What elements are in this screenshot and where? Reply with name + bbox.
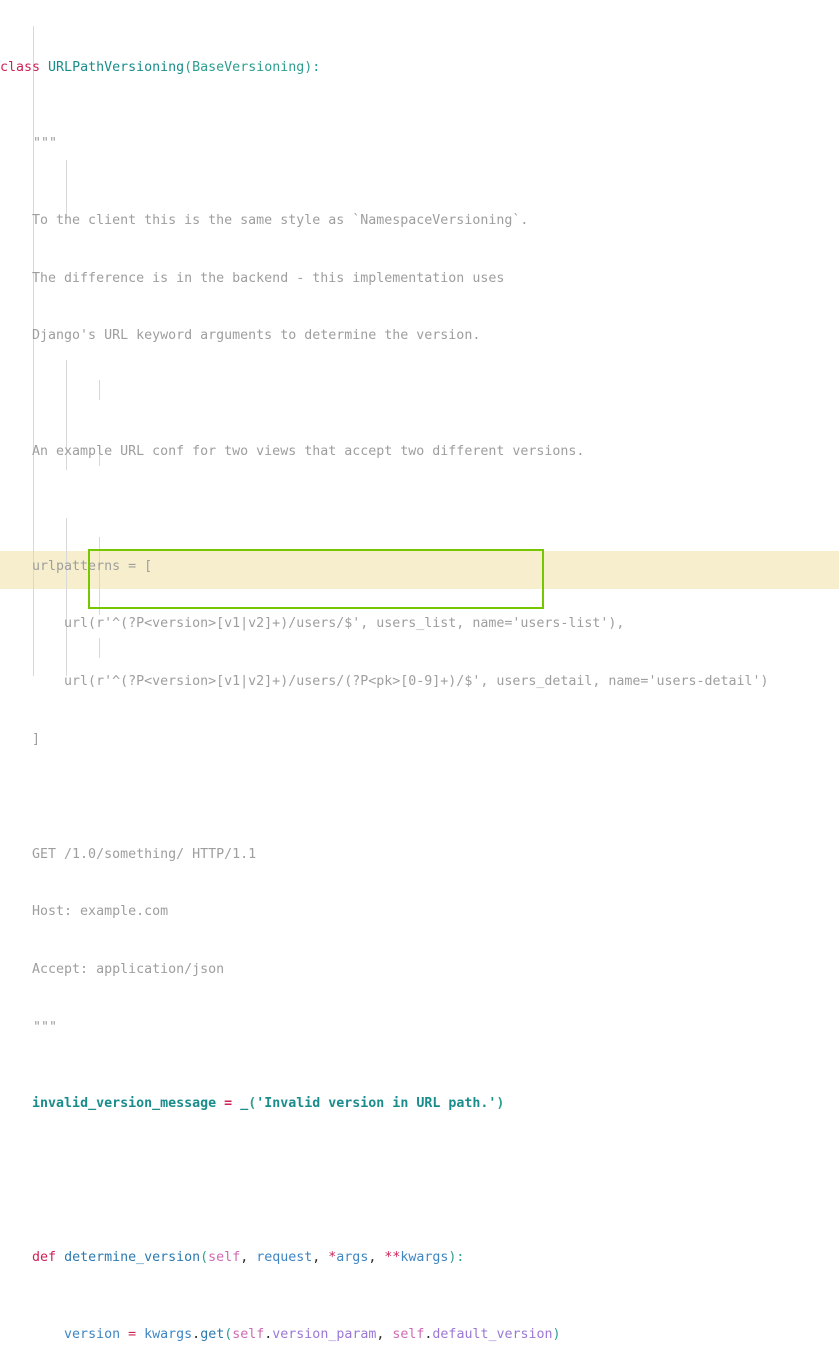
- gettext-function: _: [240, 1096, 249, 1112]
- code-line-19[interactable]: [0, 1171, 769, 1190]
- attribute-invalid-version-message: invalid_version_message: [32, 1096, 217, 1112]
- code-line-9[interactable]: urlpatterns = [: [0, 557, 769, 576]
- paren-open: (: [200, 1249, 209, 1265]
- code-line-20[interactable]: def determine_version(self, request, *ar…: [0, 1248, 769, 1267]
- self-reference: self: [392, 1326, 425, 1342]
- dot: .: [264, 1326, 273, 1342]
- code-line-7[interactable]: An example URL conf for two views that a…: [0, 442, 769, 461]
- paren-close-colon: ):: [304, 59, 321, 75]
- docstring-text: Host: example.com: [0, 904, 169, 920]
- param-args: args: [336, 1249, 369, 1265]
- keyword-def: def: [32, 1249, 65, 1265]
- comma: ,: [368, 1249, 385, 1265]
- paren-open: (: [224, 1326, 233, 1342]
- docstring-open-quotes: """: [33, 136, 58, 152]
- code-line-1[interactable]: class URLPathVersioning(BaseVersioning):: [0, 58, 769, 77]
- param-request: request: [256, 1249, 313, 1265]
- code-line-13[interactable]: [0, 787, 769, 806]
- method-call-get: get: [200, 1326, 225, 1342]
- docstring-text: An example URL conf for two views that a…: [0, 443, 585, 459]
- method-name-determine-version: determine_version: [64, 1249, 201, 1265]
- code-line-18[interactable]: invalid_version_message = _('Invalid ver…: [0, 1094, 769, 1113]
- comma: ,: [240, 1249, 257, 1265]
- star-operator: *: [328, 1249, 337, 1265]
- code-line-3[interactable]: To the client this is the same style as …: [0, 211, 769, 230]
- attribute-version-param: version_param: [272, 1326, 377, 1342]
- docstring-text: ]: [0, 731, 41, 747]
- code-line-2[interactable]: """: [0, 134, 769, 153]
- paren-close: ): [496, 1096, 505, 1112]
- docstring-text: Django's URL keyword arguments to determ…: [0, 328, 481, 344]
- code-line-17[interactable]: """: [0, 1018, 769, 1037]
- comma: ,: [312, 1249, 329, 1265]
- paren-close-colon: ):: [448, 1249, 465, 1265]
- class-name: URLPathVersioning: [48, 59, 185, 75]
- docstring-close-quotes: """: [33, 1019, 58, 1035]
- docstring-text: To the client this is the same style as …: [0, 213, 529, 229]
- dot: .: [192, 1326, 201, 1342]
- code-line-12[interactable]: ]: [0, 730, 769, 749]
- docstring-text: Accept: application/json: [0, 961, 225, 977]
- comma: ,: [376, 1326, 393, 1342]
- docstring-text: GET /1.0/something/ HTTP/1.1: [0, 846, 257, 862]
- code-line-21[interactable]: version = kwargs.get(self.version_param,…: [0, 1325, 769, 1344]
- paren-open: (: [248, 1096, 257, 1112]
- docstring-text: urlpatterns = [: [0, 558, 153, 574]
- paren-close: ): [552, 1326, 561, 1342]
- variable-kwargs: kwargs: [144, 1326, 193, 1342]
- docstring-text: url(r'^(?P<version>[v1|v2]+)/users/(?P<p…: [0, 673, 769, 689]
- code-line-14[interactable]: GET /1.0/something/ HTTP/1.1: [0, 845, 769, 864]
- keyword-class: class: [0, 59, 49, 75]
- attribute-default-version: default_version: [432, 1326, 553, 1342]
- assign-operator: =: [216, 1096, 241, 1112]
- code-line-15[interactable]: Host: example.com: [0, 902, 769, 921]
- param-kwargs: kwargs: [400, 1249, 449, 1265]
- assign-operator: =: [120, 1326, 145, 1342]
- self-param: self: [208, 1249, 241, 1265]
- dot: .: [424, 1326, 433, 1342]
- base-class-name: BaseVersioning: [192, 59, 305, 75]
- code-line-6[interactable]: [0, 384, 769, 403]
- string-literal: 'Invalid version in URL path.': [256, 1096, 497, 1112]
- code-line-16[interactable]: Accept: application/json: [0, 960, 769, 979]
- code-line-10[interactable]: url(r'^(?P<version>[v1|v2]+)/users/$', u…: [0, 614, 769, 633]
- variable-version: version: [64, 1326, 121, 1342]
- code-line-4[interactable]: The difference is in the backend - this …: [0, 269, 769, 288]
- docstring-text: The difference is in the backend - this …: [0, 270, 505, 286]
- code-text[interactable]: class URLPathVersioning(BaseVersioning):…: [0, 0, 769, 1364]
- code-editor[interactable]: class URLPathVersioning(BaseVersioning):…: [0, 0, 839, 1342]
- code-line-5[interactable]: Django's URL keyword arguments to determ…: [0, 326, 769, 345]
- docstring-text: url(r'^(?P<version>[v1|v2]+)/users/$', u…: [0, 616, 625, 632]
- code-line-8[interactable]: [0, 499, 769, 518]
- self-reference: self: [232, 1326, 265, 1342]
- double-star-operator: **: [384, 1249, 401, 1265]
- paren-open: (: [184, 59, 193, 75]
